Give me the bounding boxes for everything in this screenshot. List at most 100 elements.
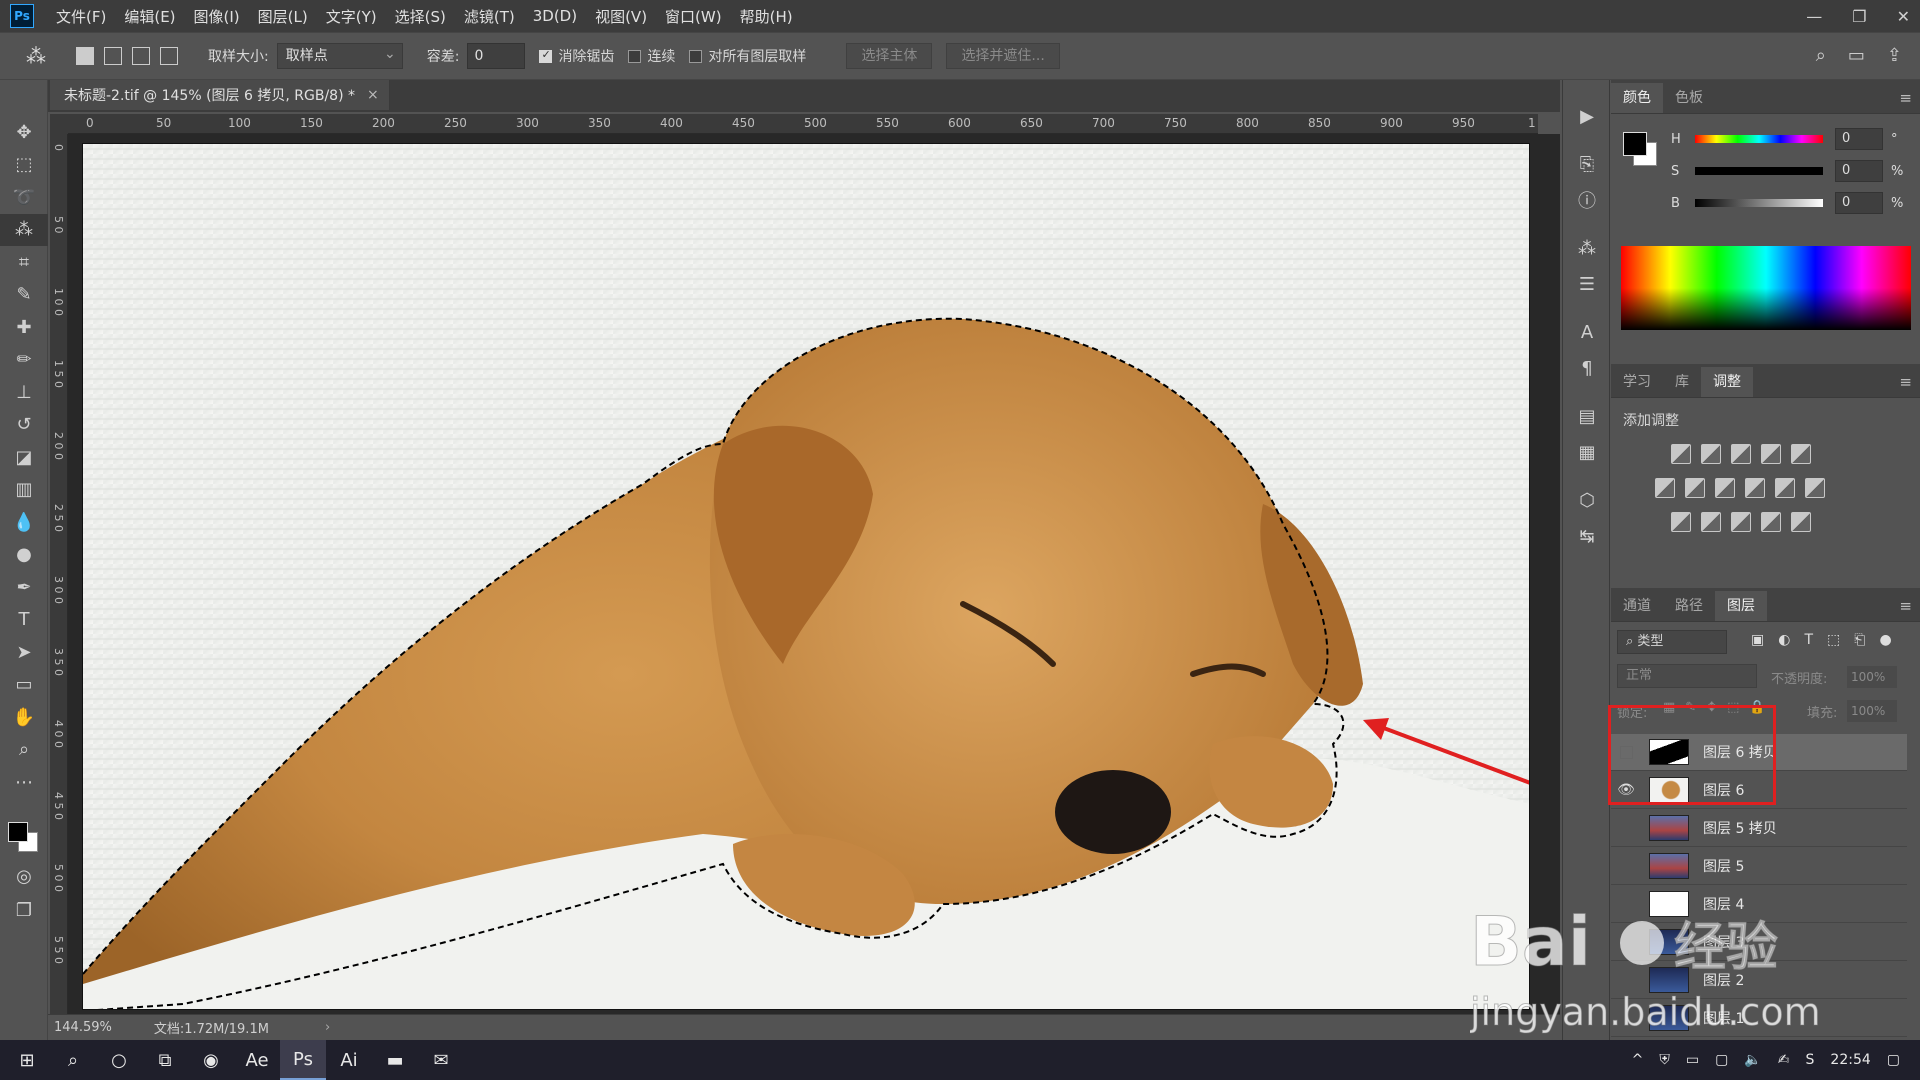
illustrator-icon[interactable]: Ai <box>326 1040 372 1080</box>
tab-paths[interactable]: 路径 <box>1663 591 1715 621</box>
menu-file[interactable]: 文件(F) <box>56 6 106 27</box>
chrome-icon[interactable]: ◉ <box>188 1040 234 1080</box>
info-icon[interactable]: ⓘ <box>1563 182 1611 218</box>
battery-icon[interactable]: ▭ <box>1686 1052 1699 1068</box>
share-icon[interactable]: ⇪ <box>1887 45 1902 66</box>
sogou-icon[interactable]: S <box>1806 1052 1815 1068</box>
contiguous-checkbox[interactable]: 连续 <box>628 46 675 66</box>
document-tab[interactable]: 未标题-2.tif @ 145% (图层 6 拷贝, RGB/8) * × <box>50 80 390 110</box>
tab-swatches[interactable]: 色板 <box>1663 83 1715 113</box>
add-selection-icon[interactable] <box>104 47 122 65</box>
antialias-box[interactable] <box>539 48 553 63</box>
vertical-ruler[interactable]: 0 5 0 1 0 0 1 5 0 2 0 0 2 5 0 3 0 0 3 5 … <box>50 134 68 1014</box>
adjust-filter-icon[interactable]: ◐ <box>1778 632 1790 648</box>
threshold-icon[interactable] <box>1731 512 1751 532</box>
tab-adjustments[interactable]: 调整 <box>1701 367 1753 397</box>
eraser-tool-icon[interactable]: ◪ <box>0 441 48 474</box>
lasso-tool-icon[interactable]: ➰ <box>0 181 48 214</box>
task-view-icon[interactable]: ⧉ <box>142 1040 188 1080</box>
antialias-checkbox[interactable]: 消除锯齿 <box>539 46 614 66</box>
pen-icon[interactable]: ✍ <box>1778 1052 1790 1068</box>
search-icon[interactable]: ⌕ <box>1816 45 1826 66</box>
photo-filter-icon[interactable] <box>1745 478 1765 498</box>
sample-all-box[interactable] <box>689 49 703 63</box>
photoshop-taskbar-icon[interactable]: Ps <box>280 1040 326 1080</box>
menu-window[interactable]: 窗口(W) <box>665 6 722 27</box>
saturation-value[interactable]: 0 <box>1835 160 1883 182</box>
crop-tool-icon[interactable]: ⌗ <box>0 246 48 279</box>
cortana-icon[interactable]: ○ <box>96 1040 142 1080</box>
tolerance-input[interactable]: 0 <box>467 43 526 69</box>
minimize-icon[interactable]: — <box>1806 7 1822 26</box>
hue-slider[interactable] <box>1695 135 1823 143</box>
tab-libraries[interactable]: 库 <box>1663 367 1701 397</box>
black-white-icon[interactable] <box>1715 478 1735 498</box>
color-spectrum[interactable] <box>1621 246 1911 330</box>
hue-saturation-icon[interactable] <box>1655 478 1675 498</box>
dodge-tool-icon[interactable]: ● <box>0 539 48 572</box>
color-swatches[interactable] <box>8 822 38 852</box>
saturation-slider[interactable] <box>1695 167 1823 175</box>
brightness-slider[interactable] <box>1695 199 1823 207</box>
blend-mode-select[interactable]: 正常 <box>1617 664 1757 688</box>
volume-icon[interactable]: 🔈 <box>1744 1052 1761 1068</box>
menu-type[interactable]: 文字(Y) <box>326 6 377 27</box>
exposure-icon[interactable] <box>1761 444 1781 464</box>
intersect-selection-icon[interactable] <box>160 47 178 65</box>
color-lookup-icon[interactable] <box>1805 478 1825 498</box>
layer-row[interactable]: 图层 5 拷贝 <box>1611 810 1907 847</box>
status-expand-icon[interactable]: › <box>325 1020 330 1035</box>
channel-mixer-icon[interactable] <box>1775 478 1795 498</box>
glyphs-icon[interactable]: ▦ <box>1563 434 1611 470</box>
notification-icon[interactable]: ▢ <box>1887 1052 1900 1068</box>
menu-3d[interactable]: 3D(D) <box>533 7 577 25</box>
type-filter-icon[interactable]: T <box>1804 632 1813 648</box>
tab-learn[interactable]: 学习 <box>1611 367 1663 397</box>
vibrance-icon[interactable] <box>1791 444 1811 464</box>
gradient-map-icon[interactable] <box>1791 512 1811 532</box>
chevron-up-icon[interactable]: ^ <box>1632 1052 1644 1068</box>
sample-size-select[interactable]: 取样点 <box>276 42 403 69</box>
foreground-color[interactable] <box>8 822 28 842</box>
defender-icon[interactable]: ⛨ <box>1659 1052 1670 1068</box>
shape-filter-icon[interactable]: ⬚ <box>1827 632 1840 648</box>
layer-row[interactable]: 图层 3 <box>1611 924 1907 961</box>
fill-value[interactable]: 100% <box>1847 700 1897 722</box>
timeline-icon[interactable]: ↹ <box>1563 518 1611 554</box>
character-icon[interactable]: A <box>1563 314 1611 350</box>
document-canvas[interactable] <box>82 143 1530 1010</box>
stamp-tool-icon[interactable]: ⊥ <box>0 376 48 409</box>
subtract-selection-icon[interactable] <box>132 47 150 65</box>
3d-icon[interactable]: ⬡ <box>1563 482 1611 518</box>
properties-icon[interactable]: ☰ <box>1563 266 1611 302</box>
menu-select[interactable]: 选择(S) <box>395 6 446 27</box>
menu-filter[interactable]: 滤镜(T) <box>464 6 515 27</box>
invert-icon[interactable] <box>1671 512 1691 532</box>
magic-wand-tool-icon[interactable]: ⁂ <box>26 44 46 68</box>
close-icon[interactable]: ✕ <box>1897 7 1910 26</box>
menu-view[interactable]: 视图(V) <box>595 6 647 27</box>
layer-row[interactable]: 图层 4 <box>1611 886 1907 923</box>
play-icon[interactable]: ▶ <box>1563 98 1611 134</box>
tab-channels[interactable]: 通道 <box>1611 591 1663 621</box>
select-and-mask-button[interactable]: 选择并遮住... <box>946 43 1060 69</box>
brightness-adjust-icon[interactable] <box>1671 444 1691 464</box>
shape-tool-icon[interactable]: ▭ <box>0 669 48 702</box>
brush-settings-icon[interactable]: ⁂ <box>1563 230 1611 266</box>
zoom-level[interactable]: 144.59% <box>54 1020 112 1035</box>
panel-menu-icon[interactable]: ≡ <box>1899 83 1912 113</box>
pixel-filter-icon[interactable]: ▣ <box>1751 632 1764 648</box>
history-brush-icon[interactable]: ↺ <box>0 409 48 442</box>
workspace-icon[interactable]: ▭ <box>1848 45 1865 66</box>
contiguous-box[interactable] <box>628 49 642 63</box>
layer-row[interactable]: 图层 5 <box>1611 848 1907 885</box>
restore-icon[interactable]: ❐ <box>1852 7 1866 26</box>
panel-menu-icon[interactable]: ≡ <box>1899 591 1912 621</box>
history-icon[interactable]: ⎘ <box>1563 146 1611 182</box>
color-balance-icon[interactable] <box>1685 478 1705 498</box>
more-tools-icon[interactable]: ⋯ <box>0 766 48 799</box>
windows-start-icon[interactable]: ⊞ <box>4 1040 50 1080</box>
select-subject-button[interactable]: 选择主体 <box>846 43 933 69</box>
posterize-icon[interactable] <box>1701 512 1721 532</box>
type-tool-icon[interactable]: T <box>0 604 48 637</box>
